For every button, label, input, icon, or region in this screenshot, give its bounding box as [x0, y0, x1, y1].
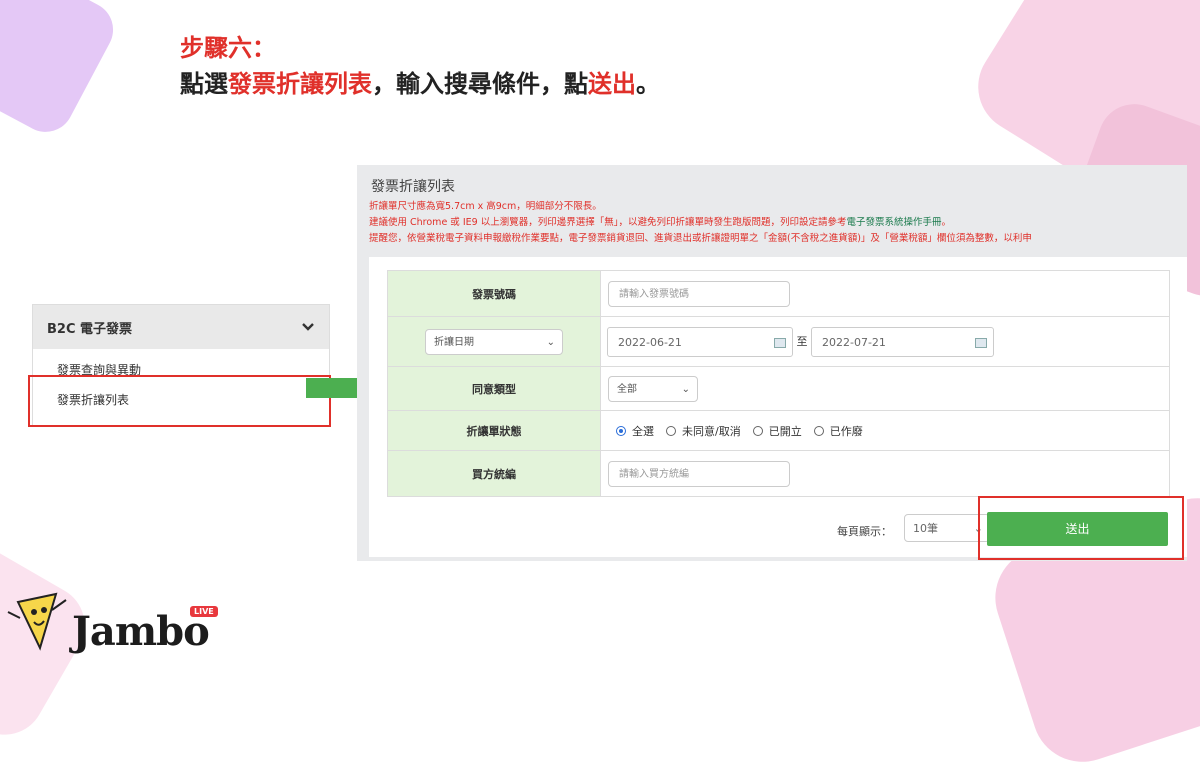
row-buyer-id: 買方統編 請輸入買方統編: [387, 450, 1170, 497]
note-browser: 建議使用 Chrome 或 IE9 以上瀏覽器，列印邊界選擇「無」，以避免列印折…: [369, 215, 1032, 231]
search-form-table: 發票號碼 請輸入發票號碼 折讓日期 ⌄ 2022-06-21 至 2022-07-…: [387, 270, 1170, 497]
per-page-label: 每頁顯示：: [837, 525, 892, 538]
instruction-part-1: 點選: [180, 70, 228, 98]
buyer-id-input[interactable]: 請輸入買方統編: [608, 460, 790, 487]
instruction-line: 點選發票折讓列表，輸入搜尋條件，點送出。: [180, 66, 660, 102]
radio-issued[interactable]: [752, 425, 763, 436]
instruction-highlight-list: 發票折讓列表: [228, 70, 372, 98]
note-browser-text: 建議使用 Chrome 或 IE9 以上瀏覽器，列印邊界選擇「無」，以避免列印折…: [369, 217, 847, 228]
consent-type-value: 全部: [617, 383, 637, 395]
sidebar-header[interactable]: B2C 電子發票: [33, 305, 329, 349]
date-type-cell: 折讓日期 ⌄: [387, 316, 601, 367]
row-invoice-no: 發票號碼 請輸入發票號碼: [387, 270, 1170, 317]
radio-all[interactable]: [616, 425, 626, 436]
consent-type-select[interactable]: 全部 ⌄: [608, 375, 698, 402]
instruction-part-3: ，輸入搜尋條件，點: [372, 70, 588, 98]
panel-notes: 折讓單尺寸應為寬5.7cm x 高9cm，明細部分不限長。 建議使用 Chrom…: [369, 199, 1032, 247]
radio-all-label: 全選: [632, 424, 654, 438]
manual-link[interactable]: 電子發票系統操作手冊: [846, 217, 941, 228]
date-to-input[interactable]: 2022-07-21: [811, 326, 994, 357]
label-invoice-no: 發票號碼: [387, 270, 601, 317]
radio-not-agreed-label: 未同意/取消: [682, 424, 741, 438]
date-type-select[interactable]: 折讓日期 ⌄: [425, 328, 563, 355]
radio-voided[interactable]: [813, 425, 824, 436]
instruction-part-5: 。: [636, 70, 660, 98]
radio-not-agreed[interactable]: [666, 425, 676, 436]
row-status: 折讓單狀態 全選 未同意/取消 已開立 已作廢: [387, 410, 1170, 451]
label-status: 折讓單狀態: [387, 410, 601, 451]
row-consent-type: 同意類型 全部 ⌄: [387, 366, 1170, 411]
pizza-mascot-icon: [7, 592, 67, 651]
decor-shape-purple: [0, 0, 123, 142]
label-consent-type: 同意類型: [387, 366, 601, 411]
sidebar-header-label: B2C 電子發票: [47, 321, 133, 337]
chevron-down-icon: ⌄: [681, 383, 690, 395]
highlight-box-submit: [978, 496, 1184, 560]
slide-title: 步驟六： 點選發票折讓列表，輸入搜尋條件，點送出。: [180, 30, 660, 102]
live-badge: LIVE: [190, 606, 218, 617]
invoice-no-input[interactable]: 請輸入發票號碼: [608, 280, 790, 307]
jambo-logo: Jambo LIVE: [6, 590, 226, 660]
chevron-down-icon: [302, 323, 314, 331]
logo-wordmark: Jambo: [72, 608, 210, 655]
panel-title: 發票折讓列表: [371, 179, 455, 195]
calendar-icon[interactable]: [975, 337, 987, 348]
row-date: 折讓日期 ⌄ 2022-06-21 至 2022-07-21: [387, 316, 1170, 367]
date-separator: 至: [796, 334, 808, 348]
chevron-down-icon: ⌄: [546, 336, 555, 348]
radio-voided-label: 已作廢: [829, 424, 863, 438]
highlight-box-sidebar: [28, 375, 331, 427]
instruction-highlight-submit: 送出: [588, 70, 636, 98]
step-label: 步驟六：: [180, 34, 276, 62]
per-page-value: 10筆: [913, 522, 938, 535]
date-to-value: 2022-07-21: [822, 335, 886, 349]
status-radio-group: 全選 未同意/取消 已開立 已作廢: [602, 423, 1168, 439]
note-size: 折讓單尺寸應為寬5.7cm x 高9cm，明細部分不限長。: [369, 201, 602, 212]
date-from-value: 2022-06-21: [618, 335, 682, 349]
label-buyer-id: 買方統編: [387, 450, 601, 497]
calendar-icon[interactable]: [774, 337, 786, 348]
date-type-value: 折讓日期: [434, 336, 474, 348]
note-reminder: 提醒您，依營業稅電子資料申報繳稅作業要點，電子發票銷貨退回、進貨退出或折讓證明單…: [369, 233, 1032, 244]
radio-issued-label: 已開立: [768, 424, 802, 438]
note-browser-end: 。: [941, 217, 951, 228]
date-from-input[interactable]: 2022-06-21: [607, 326, 793, 357]
